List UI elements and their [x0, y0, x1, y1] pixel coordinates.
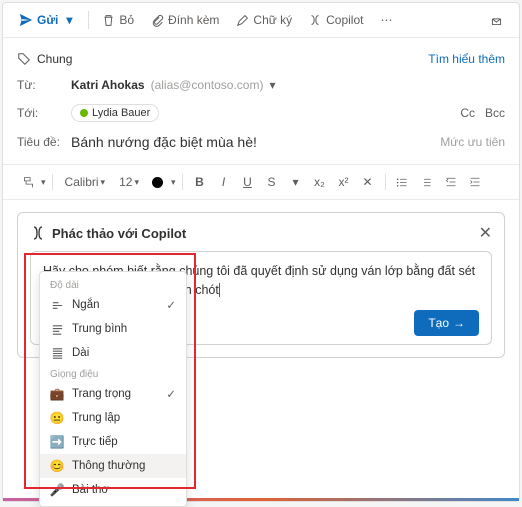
trash-icon — [101, 13, 115, 27]
bullets-button[interactable] — [392, 171, 414, 193]
from-chevron-icon[interactable]: ▾ — [269, 78, 275, 92]
tone-section-label: Giọng điệu — [40, 365, 186, 382]
sub-button[interactable]: x₂ — [309, 171, 331, 193]
subject-label: Tiêu đề: — [17, 135, 71, 149]
from-name[interactable]: Katri Ahokas — [71, 78, 145, 92]
priority-button[interactable]: Mức ưu tiên — [440, 135, 505, 149]
check-icon: ✓ — [166, 298, 176, 312]
cc-button[interactable]: Cc — [460, 106, 475, 120]
separator — [52, 174, 53, 190]
more-button[interactable]: ⋯ — [373, 9, 399, 31]
numbers-button[interactable] — [416, 171, 438, 193]
popout-button[interactable] — [483, 9, 509, 31]
tag-row: Chung Tìm hiểu thêm — [17, 46, 505, 72]
subject-row: Tiêu đề: Bánh nướng đặc biệt mùa hè! Mức… — [17, 128, 505, 156]
from-row: Từ: Katri Ahokas (alias@contoso.com) ▾ — [17, 72, 505, 98]
strike-button[interactable]: S — [261, 171, 283, 193]
main-toolbar: Gửi ▾ Bỏ Đính kèm Chữ ký Copilot — [3, 3, 519, 38]
separator — [385, 174, 386, 190]
font-select[interactable]: Calibri▾ — [59, 171, 112, 193]
length-option-2[interactable]: Dài — [40, 341, 186, 365]
length-icon — [50, 298, 64, 312]
length-icon — [50, 322, 64, 336]
attach-label: Đính kèm — [168, 13, 219, 27]
format-toolbar: ▾ Calibri▾ 12▾ ▾ B I U S ▾ x₂ x² ✕ — [3, 164, 519, 200]
ellipsis-icon: ⋯ — [379, 13, 393, 27]
color-button[interactable] — [147, 171, 169, 193]
learn-more-link[interactable]: Tìm hiểu thêm — [428, 52, 505, 66]
copilot-card-icon — [30, 225, 46, 241]
indent-button[interactable] — [464, 171, 486, 193]
tone-option-1[interactable]: 😐Trung lập — [40, 406, 186, 430]
send-label: Gửi — [37, 13, 58, 27]
tag-label[interactable]: Chung — [37, 52, 72, 66]
tone-option-3[interactable]: 😊Thông thường — [40, 454, 186, 478]
tone-option-0[interactable]: 💼Trang trọng✓ — [40, 382, 186, 406]
attach-button[interactable]: Đính kèm — [144, 9, 225, 31]
send-icon — [19, 13, 33, 27]
tone-icon: 😊 — [50, 459, 64, 473]
format-painter-button[interactable] — [17, 171, 39, 193]
clear-format-button[interactable]: ✕ — [357, 171, 379, 193]
sup-button[interactable]: x² — [333, 171, 355, 193]
send-button[interactable]: Gửi ▾ — [13, 9, 82, 31]
tone-icon: 😐 — [50, 411, 64, 425]
highlight-button[interactable]: ▾ — [285, 171, 307, 193]
popout-icon — [489, 13, 503, 27]
copilot-card-title: Phác thảo với Copilot — [52, 226, 186, 241]
compose-window: Gửi ▾ Bỏ Đính kèm Chữ ký Copilot — [2, 2, 520, 502]
header-fields: Chung Tìm hiểu thêm Từ: Katri Ahokas (al… — [3, 38, 519, 164]
subject-input[interactable]: Bánh nướng đặc biệt mùa hè! — [71, 134, 434, 150]
close-button[interactable]: ✕ — [479, 223, 492, 243]
pen-icon — [235, 13, 249, 27]
text-cursor — [219, 283, 220, 297]
from-email: (alias@contoso.com) — [151, 78, 264, 92]
length-icon — [50, 346, 64, 360]
to-row: Tới: Lydia Bauer Cc Bcc — [17, 98, 505, 128]
tone-icon: ➡️ — [50, 435, 64, 449]
presence-dot-icon — [80, 109, 88, 117]
underline-button[interactable]: U — [237, 171, 259, 193]
size-select[interactable]: 12▾ — [113, 171, 145, 193]
recipient-pill[interactable]: Lydia Bauer — [71, 104, 159, 122]
italic-button[interactable]: I — [213, 171, 235, 193]
paperclip-icon — [150, 13, 164, 27]
tag-icon — [17, 52, 31, 66]
generate-button[interactable]: Tạo → — [414, 310, 479, 336]
tone-option-4[interactable]: 🎤Bài thơ — [40, 478, 186, 502]
bold-button[interactable]: B — [189, 171, 211, 193]
signature-label: Chữ ký — [253, 13, 292, 27]
separator — [182, 174, 183, 190]
from-label: Từ: — [17, 78, 71, 92]
color-dot-icon — [152, 177, 163, 188]
toolbar-separator — [88, 11, 89, 29]
adjust-dropdown: Độ dài Ngắn✓Trung bìnhDài Giọng điệu 💼Tr… — [39, 271, 187, 507]
tone-icon: 💼 — [50, 387, 64, 401]
signature-button[interactable]: Chữ ký — [229, 9, 298, 31]
check-icon: ✓ — [166, 387, 176, 401]
arrow-right-icon: → — [453, 316, 465, 330]
chevron-down-icon: ▾ — [62, 13, 76, 27]
length-option-0[interactable]: Ngắn✓ — [40, 293, 186, 317]
outdent-button[interactable] — [440, 171, 462, 193]
bcc-button[interactable]: Bcc — [485, 106, 505, 120]
discard-button[interactable]: Bỏ — [95, 9, 140, 31]
copilot-icon — [308, 13, 322, 27]
tone-option-2[interactable]: ➡️Trực tiếp — [40, 430, 186, 454]
copilot-button[interactable]: Copilot — [302, 9, 369, 31]
copilot-label: Copilot — [326, 13, 363, 27]
to-label: Tới: — [17, 106, 71, 120]
length-section-label: Độ dài — [40, 276, 186, 293]
tone-icon: 🎤 — [50, 483, 64, 497]
length-option-1[interactable]: Trung bình — [40, 317, 186, 341]
recipient-name: Lydia Bauer — [92, 107, 150, 119]
discard-label: Bỏ — [119, 13, 134, 27]
